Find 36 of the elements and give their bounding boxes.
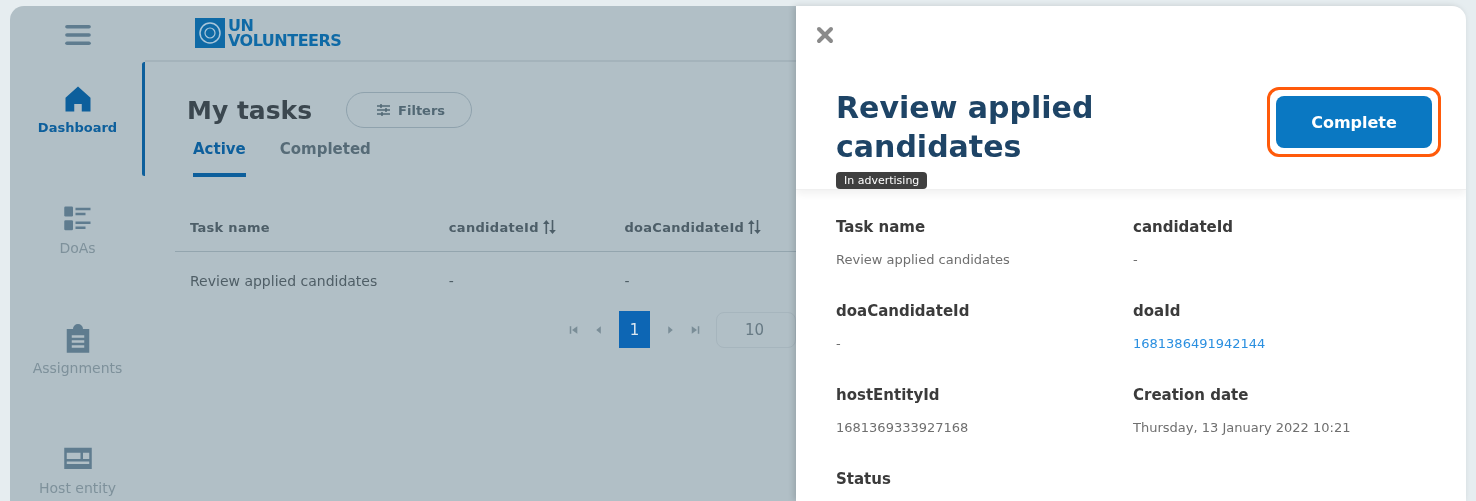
table-cell: Review applied candidates (175, 251, 434, 310)
field-link[interactable]: 1681386491942144 (1133, 336, 1466, 351)
drawer-title: Review applied candidates (836, 89, 1095, 166)
complete-button[interactable]: Complete (1276, 96, 1432, 148)
logo-text: UN VOLUNTEERS (228, 18, 342, 48)
table-cell: - (433, 251, 610, 310)
sort-icon[interactable] (542, 219, 556, 234)
sliders-icon (377, 104, 391, 116)
field-value: Thursday, 13 January 2022 10:21 (1133, 420, 1352, 435)
field-label: candidateId (1133, 218, 1235, 236)
first-page-icon[interactable] (569, 323, 579, 336)
tab[interactable]: Active (193, 140, 246, 177)
field-label: Status (836, 470, 892, 488)
field-label: hostEntityId (836, 386, 941, 404)
column-header[interactable]: candidateId (433, 203, 610, 252)
sort-icon[interactable] (748, 219, 762, 234)
previous-page-icon[interactable] (594, 323, 604, 336)
field-label: Task name (836, 218, 927, 236)
table-cell: - (609, 251, 796, 310)
tab[interactable]: Completed (279, 140, 371, 177)
field-label: doaCandidateId (836, 302, 971, 320)
nav-item[interactable]: Dashboard (10, 62, 145, 182)
next-page-icon[interactable] (665, 323, 675, 336)
field-value: 1681369333927168 (836, 420, 970, 435)
field-value: - (1133, 252, 1139, 267)
page-title: My tasks (187, 95, 313, 125)
close-icon[interactable] (816, 26, 834, 44)
menu-icon[interactable] (63, 24, 92, 46)
field-value: Review applied candidates (836, 252, 1011, 267)
column-header: Task name (175, 203, 434, 252)
field-value: - (836, 336, 842, 351)
field-label: doaId (1133, 302, 1182, 320)
last-page-icon[interactable] (690, 323, 700, 336)
page-button[interactable]: 1 (619, 311, 650, 348)
field-label: Creation date (1133, 386, 1250, 404)
status-badge: In advertising (836, 172, 928, 189)
